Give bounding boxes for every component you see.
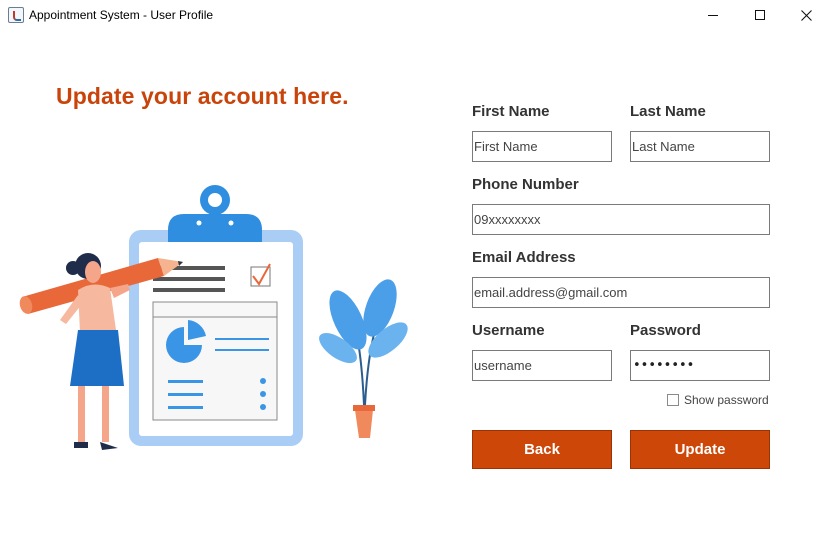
back-button[interactable]: Back bbox=[472, 430, 612, 469]
first-name-input[interactable] bbox=[472, 131, 612, 162]
title-bar: Appointment System - User Profile bbox=[0, 0, 828, 30]
email-address-input[interactable] bbox=[472, 277, 770, 308]
first-name-label: First Name bbox=[472, 103, 550, 120]
maximize-icon bbox=[755, 10, 765, 20]
close-icon bbox=[800, 9, 812, 21]
phone-number-label: Phone Number bbox=[472, 176, 579, 193]
maximize-button[interactable] bbox=[737, 0, 783, 30]
show-password-label: Show password bbox=[684, 393, 769, 407]
password-label: Password bbox=[630, 322, 701, 339]
minimize-icon bbox=[708, 14, 718, 16]
close-button[interactable] bbox=[783, 0, 828, 30]
app-java-icon bbox=[8, 7, 24, 23]
window-title: Appointment System - User Profile bbox=[29, 8, 214, 22]
show-password-checkbox[interactable] bbox=[667, 394, 679, 406]
phone-number-input[interactable] bbox=[472, 204, 770, 235]
page-heading: Update your account here. bbox=[56, 83, 349, 109]
show-password-toggle[interactable]: Show password bbox=[667, 393, 769, 407]
minimize-button[interactable] bbox=[690, 0, 736, 30]
last-name-label: Last Name bbox=[630, 103, 706, 120]
profile-illustration bbox=[19, 185, 408, 450]
username-input[interactable] bbox=[472, 350, 612, 381]
update-button[interactable]: Update bbox=[630, 430, 770, 469]
email-address-label: Email Address bbox=[472, 249, 576, 266]
username-label: Username bbox=[472, 322, 545, 339]
password-input[interactable] bbox=[630, 350, 770, 381]
last-name-input[interactable] bbox=[630, 131, 770, 162]
